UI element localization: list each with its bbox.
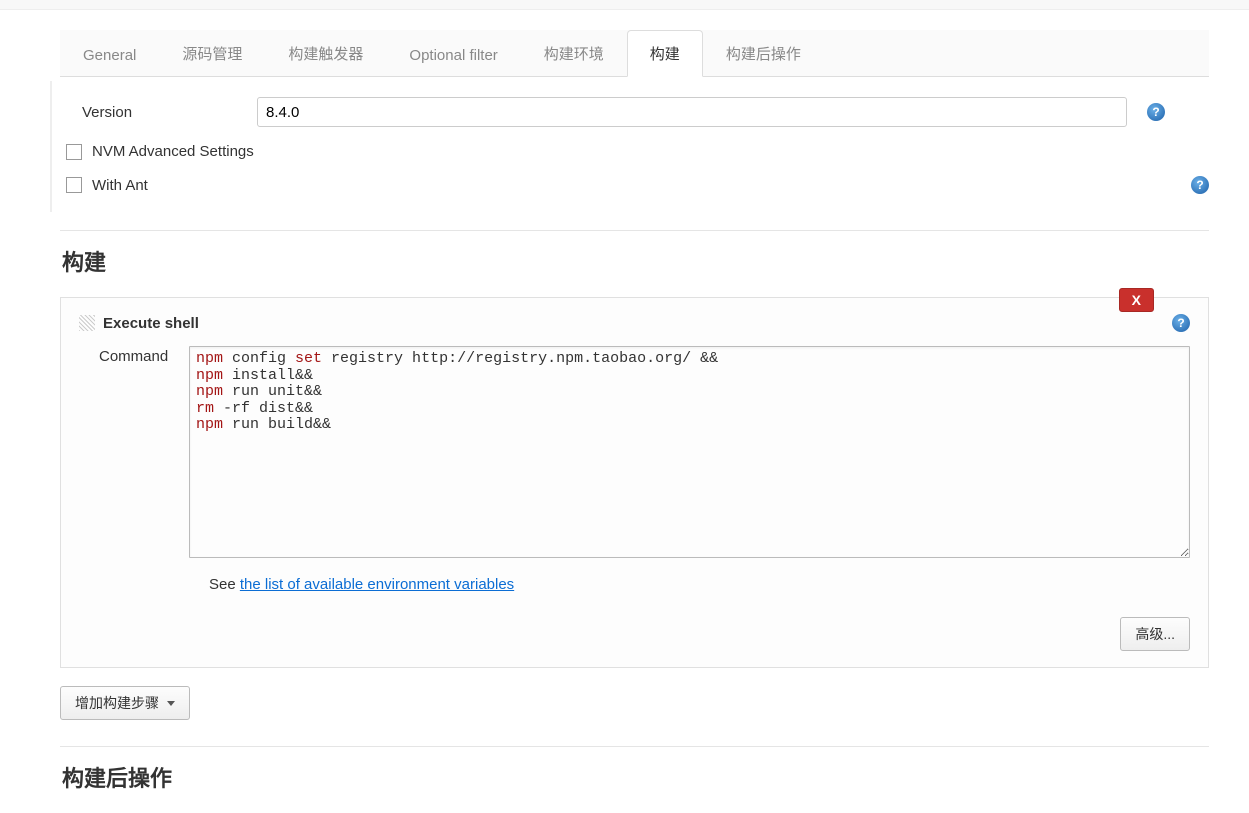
tab-build-env[interactable]: 构建环境 <box>521 30 627 77</box>
divider <box>60 746 1209 747</box>
nvm-advanced-checkbox[interactable] <box>66 144 82 160</box>
tab-post-build[interactable]: 构建后操作 <box>703 30 824 77</box>
drag-handle-icon[interactable] <box>79 315 95 331</box>
build-section-title: 构建 <box>62 245 1209 277</box>
add-build-step-button[interactable]: 增加构建步骤 <box>60 686 190 720</box>
tab-scm[interactable]: 源码管理 <box>159 30 265 77</box>
tab-optional-filter[interactable]: Optional filter <box>386 34 520 77</box>
help-icon[interactable]: ? <box>1147 103 1165 121</box>
env-vars-note: See the list of available environment va… <box>209 576 1190 593</box>
command-textarea[interactable]: npm config set registry http://registry.… <box>189 346 1190 558</box>
help-icon[interactable]: ? <box>1191 176 1209 194</box>
tab-build[interactable]: 构建 <box>627 30 703 77</box>
version-label: Version <box>62 104 257 121</box>
env-vars-link[interactable]: the list of available environment variab… <box>240 576 514 593</box>
with-ant-label: With Ant <box>92 177 148 194</box>
post-build-section-title: 构建后操作 <box>62 761 1209 793</box>
version-row: Version ? <box>62 95 1209 129</box>
step-title: Execute shell <box>103 315 199 332</box>
command-label: Command <box>79 346 189 365</box>
with-ant-checkbox[interactable] <box>66 177 82 193</box>
build-step-execute-shell: X Execute shell ? Command npm config set… <box>60 297 1209 668</box>
chevron-down-icon <box>167 701 175 706</box>
advanced-row: 高级... <box>79 617 1190 651</box>
tab-triggers[interactable]: 构建触发器 <box>265 30 386 77</box>
add-build-step-label: 增加构建步骤 <box>75 693 159 713</box>
nvm-advanced-label: NVM Advanced Settings <box>92 143 254 160</box>
delete-step-button[interactable]: X <box>1119 288 1154 312</box>
see-prefix: See <box>209 576 240 593</box>
tab-general[interactable]: General <box>60 34 159 77</box>
version-input[interactable] <box>257 97 1127 127</box>
advanced-button[interactable]: 高级... <box>1120 617 1190 651</box>
nvm-advanced-row: NVM Advanced Settings <box>62 135 1209 168</box>
with-ant-row: With Ant ? <box>62 168 1209 202</box>
build-env-continued: Version ? NVM Advanced Settings With Ant… <box>50 81 1209 212</box>
divider <box>60 230 1209 231</box>
config-tabs: General 源码管理 构建触发器 Optional filter 构建环境 … <box>60 30 1209 77</box>
help-icon[interactable]: ? <box>1172 314 1190 332</box>
command-row: Command npm config set registry http://r… <box>79 346 1190 558</box>
top-bar <box>0 0 1249 10</box>
step-header: Execute shell ? <box>79 314 1190 332</box>
